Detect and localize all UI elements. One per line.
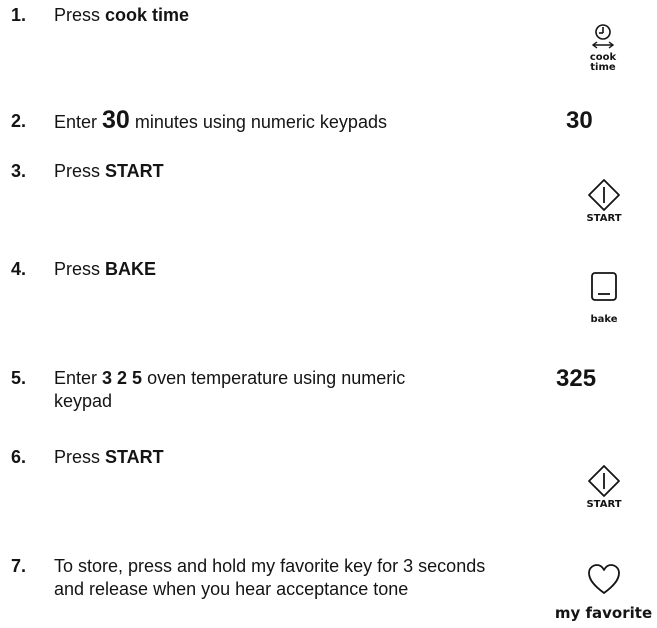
keyword: cook time [105,5,190,25]
start-label: START [586,499,622,510]
start-key: START [578,178,630,224]
step-text: Press BAKE [54,259,157,279]
step-number: 3. [11,161,27,181]
my-favorite-key: my favorite [550,564,657,622]
step-text: Press START [54,161,164,181]
bake-label: bake [590,314,618,325]
step-number: 6. [11,447,27,467]
step-number: 5. [11,368,27,388]
step-number: 7. [11,556,27,576]
start-diamond-icon [588,179,620,211]
heart-icon [587,564,620,594]
bake-square-icon [591,272,617,301]
keyword: START [105,447,164,467]
temperature-readout: 325 [556,365,597,392]
step-text: Press START [54,447,164,467]
start-label: START [586,213,622,224]
time-readout: 30 [566,107,593,134]
keyword: 3 2 5 [102,368,143,388]
keyword: START [105,161,164,181]
step-text: To store, press and hold my favorite key… [54,556,486,599]
start-diamond-icon [588,465,620,497]
keyword: 30 [102,106,130,134]
step-number: 2. [11,111,27,131]
step-text: Enter 30 minutes using numeric keypads [54,106,387,134]
start-key: START [578,464,630,510]
bake-key: bake [578,271,630,325]
step-text: Enter 3 2 5 oven temperature using numer… [54,368,406,411]
step-text: Press cook time [54,5,190,25]
cook-time-label: time [590,62,616,73]
cook-time-key: cook time [578,21,628,73]
my-favorite-label: my favorite [554,604,653,622]
step-number: 1. [11,5,27,25]
step-number: 4. [11,259,27,279]
keyword: BAKE [105,259,157,279]
